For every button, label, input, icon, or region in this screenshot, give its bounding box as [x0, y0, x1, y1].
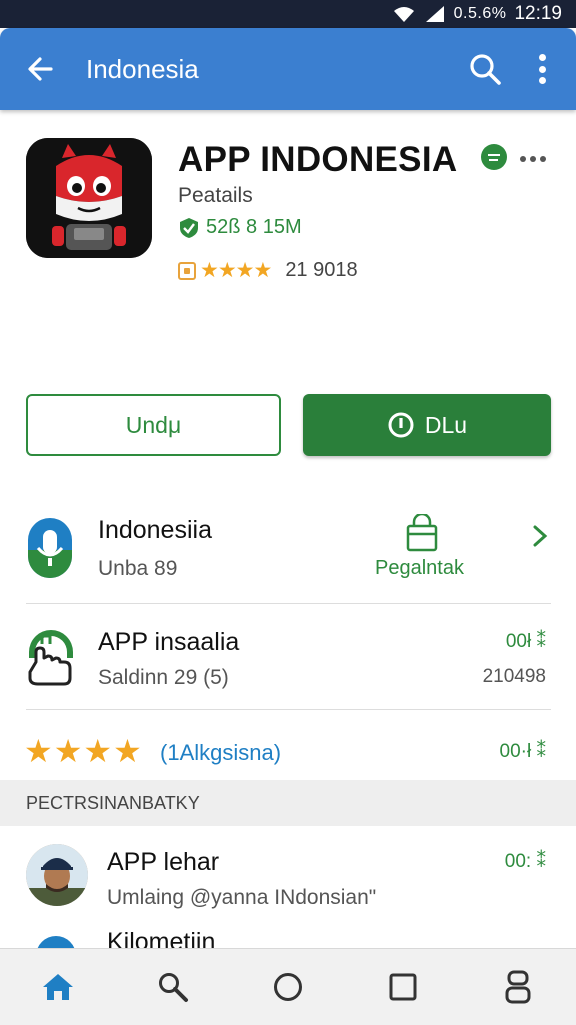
review-text: Umlaing @yanna INdonsian" [107, 886, 377, 909]
nav-recents[interactable] [383, 967, 423, 1007]
app-bar-title: Indonesia [86, 53, 199, 84]
content-rating-icon [178, 261, 196, 280]
row-title: Indonesiia [98, 516, 212, 544]
search-icon[interactable] [468, 52, 502, 86]
app-bar: Indonesia [0, 28, 576, 110]
secondary-button[interactable]: Undμ [26, 394, 281, 456]
verified-badge-icon [481, 144, 507, 170]
robot-mascot-icon [26, 138, 152, 258]
shopping-bag-icon [406, 514, 438, 552]
wifi-icon [393, 7, 414, 22]
rating-stars: ★★★★ [200, 259, 272, 282]
install-button-label: DLu [424, 411, 468, 438]
row-subtitle: Unba 89 [98, 557, 178, 580]
rating-count: 21 9018 [285, 259, 358, 281]
profile-icon [505, 970, 531, 1004]
touch-gesture-icon [28, 630, 73, 686]
back-arrow-icon[interactable] [26, 55, 54, 83]
secondary-button-label: Undμ [125, 411, 182, 438]
row-title: APP insaalia [98, 628, 240, 656]
battery-percentage: 0.5.6% [453, 5, 507, 22]
square-icon [389, 973, 417, 1001]
shield-check-icon [180, 217, 198, 238]
row-value-top: 00ł ⁑ [505, 631, 546, 652]
chevron-right-icon[interactable] [532, 524, 548, 548]
rating-summary-text: (1Alkgsisna) [160, 740, 282, 765]
app-subtitle: Peatails [178, 184, 253, 207]
signal-icon [425, 6, 444, 22]
row-subtitle: Saldinn 29 (5) [98, 666, 229, 689]
nav-home-circle[interactable] [268, 967, 308, 1007]
circle-icon [273, 973, 302, 1001]
nav-search[interactable] [153, 967, 193, 1007]
app-icon [26, 138, 152, 258]
rating-stars-large: ★★★★ [24, 733, 143, 769]
status-bar: 0.5.6% 12:19 [0, 0, 576, 28]
divider [26, 603, 551, 604]
install-button[interactable]: DLu [303, 394, 551, 456]
home-icon [42, 974, 73, 1000]
row-action-label[interactable]: Pegalntak [375, 557, 464, 580]
app-size-text: 52ß 8 15M [206, 216, 302, 238]
power-icon [388, 412, 414, 438]
microphone-icon [28, 518, 72, 578]
section-header: PECTRSINANBATKY [0, 780, 576, 826]
nav-home[interactable] [38, 967, 78, 1007]
rating-summary-value: 00·ł ⁑ [499, 741, 546, 762]
more-options-icon[interactable] [538, 54, 546, 84]
avatar [26, 844, 88, 906]
app-title: APP INDONESIA [178, 140, 458, 179]
review-title: APP lehar [107, 848, 220, 876]
row-value-bottom: 210498 [482, 666, 546, 687]
divider [26, 709, 551, 710]
review-value: 00: ⁑ [504, 851, 546, 872]
bottom-navigation [0, 948, 576, 1025]
clock: 12:19 [514, 3, 562, 24]
app-rating-row: ★★★★ 21 9018 [178, 258, 358, 283]
nav-profile[interactable] [498, 967, 538, 1007]
search-icon [158, 973, 188, 1002]
app-size-row: 52ß 8 15M [178, 216, 302, 239]
title-more-icon[interactable] [520, 156, 546, 162]
